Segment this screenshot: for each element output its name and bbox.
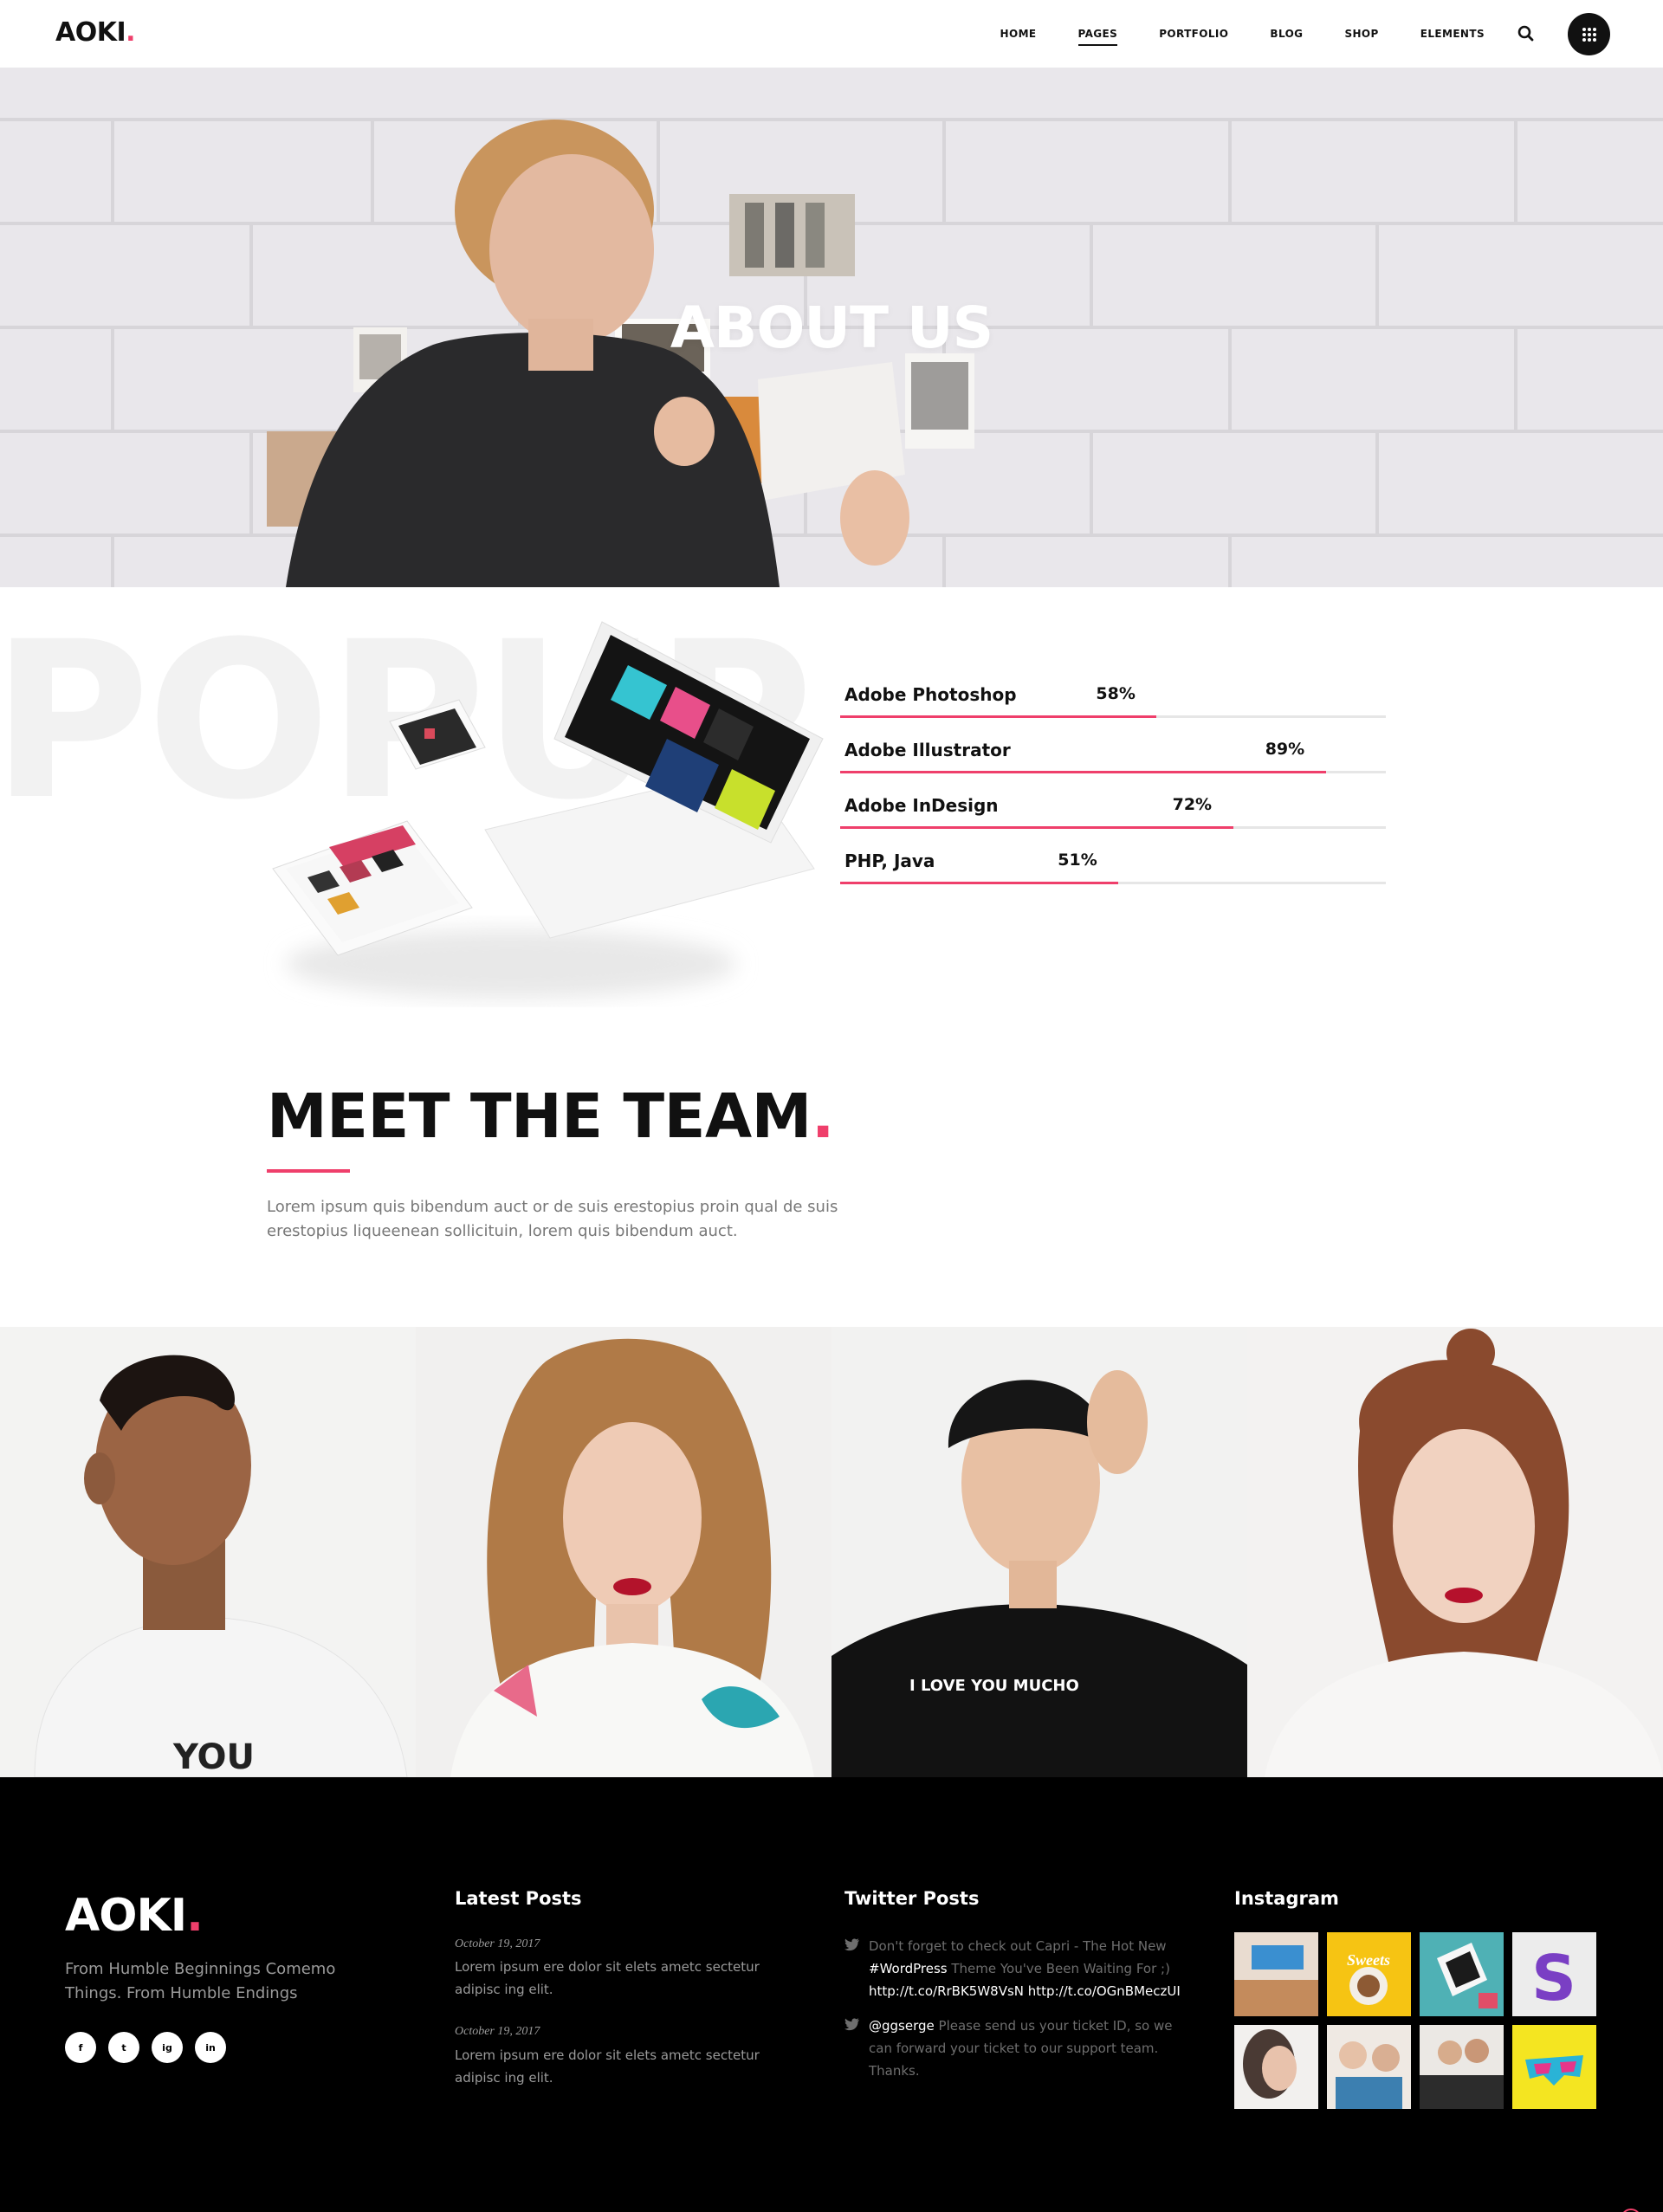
site-footer: AOKI. From Humble Beginnings Comemo Thin… [0,1777,1663,2212]
post-link[interactable]: Lorem ipsum ere dolor sit elets ametc se… [455,1956,784,2001]
skill-progress-bar [840,826,1386,829]
instagram-thumbnail[interactable] [1234,2025,1318,2109]
tweet-text: @ggserge Please send us your ticket ID, … [869,2018,1173,2079]
skill-name: Adobe Illustrator [844,740,1011,760]
skills-section: POPUP Adobe Photoshop 58% Adobe Illustra… [0,587,1663,1012]
page-title: ABOUT US [670,294,993,361]
skill-name: Adobe Photoshop [844,684,1017,705]
skill-name: Adobe InDesign [844,795,999,816]
team-grid: YOU I LOVE YOU MUCHO [0,1327,1663,1777]
skill-row-photoshop: Adobe Photoshop 58% [840,684,1386,740]
post-link[interactable]: Lorem ipsum ere dolor sit elets ametc se… [455,2044,784,2089]
hero-banner: ABOUT US [0,68,1663,587]
svg-text:YOU: YOU [172,1737,255,1777]
nav-portfolio[interactable]: PORTFOLIO [1159,28,1228,40]
post-date: October 19, 2017 [455,2025,540,2038]
skill-percent: 89% [1265,740,1305,759]
skill-name: PHP, Java [844,851,935,871]
nav-elements[interactable]: ELEMENTS [1420,28,1485,40]
skill-percent: 58% [1096,684,1136,703]
skill-progress-bar [840,882,1386,884]
main-nav: HOME PAGES PORTFOLIO BLOG SHOP ELEMENTS [959,0,1485,68]
grid-icon [1582,27,1596,42]
nav-home[interactable]: HOME [1000,28,1037,40]
instagram-thumbnail[interactable]: S [1512,1932,1596,2016]
instagram-thumbnail[interactable] [1420,1932,1504,2016]
instagram-thumbnail[interactable] [1234,1932,1318,2016]
nav-blog[interactable]: BLOG [1270,28,1303,40]
instagram-thumbnail[interactable]: Sweets [1327,1932,1411,2016]
svg-text:I LOVE YOU MUCHO: I LOVE YOU MUCHO [909,1677,1079,1695]
team-member-photo[interactable] [416,1327,832,1777]
svg-text:Sweets: Sweets [1347,1951,1390,1969]
footer-tagline: From Humble Beginnings Comemo Things. Fr… [65,1960,336,2002]
instagram-thumbnail[interactable] [1420,2025,1504,2109]
skill-progress-fill [840,882,1119,884]
site-header: AOKI. HOME PAGES PORTFOLIO BLOG SHOP ELE… [0,0,1663,68]
section-title: MEET THE TEAM. [267,1081,834,1152]
skill-progress-bar [840,771,1386,773]
menu-grid-button[interactable] [1568,13,1610,55]
skill-row-indesign: Adobe InDesign 72% [840,795,1386,851]
team-member-photo[interactable]: YOU [0,1327,416,1777]
skill-progress-fill [840,771,1326,773]
footer-logo[interactable]: AOKI. [65,1890,204,1942]
instagram-grid: Sweets S [1234,1932,1598,2109]
linkedin-icon[interactable]: in [195,2032,226,2063]
svg-text:S: S [1531,1942,1576,2015]
instagram-thumbnail[interactable] [1512,2025,1596,2109]
skill-progress-fill [840,715,1157,718]
instagram-heading: Instagram [1234,1888,1339,1909]
site-logo[interactable]: AOKI. [55,17,136,48]
instagram-thumbnail[interactable] [1327,2025,1411,2109]
nav-shop[interactable]: SHOP [1344,28,1378,40]
tweet-link[interactable]: http://t.co/RrBK5W8VsN http://t.co/OGnBM… [869,1983,1181,1999]
twitter-bird-icon [844,2018,859,2031]
team-member-photo[interactable]: I LOVE YOU MUCHO [832,1327,1247,1777]
twitter-bird-icon [844,1938,859,1951]
hashtag-link[interactable]: #WordPress [869,1961,948,1976]
nav-pages[interactable]: PAGES [1077,28,1118,46]
skill-progress-bar [840,715,1386,718]
mention-link[interactable]: @ggserge [869,2018,935,2034]
skill-progress-fill [840,826,1233,829]
latest-posts-heading: Latest Posts [455,1888,582,1909]
skill-percent: 51% [1058,851,1097,870]
section-description: Lorem ipsum quis bibendum auct or de sui… [267,1198,838,1240]
team-member-photo[interactable] [1247,1327,1663,1777]
skill-row-illustrator: Adobe Illustrator 89% [840,740,1386,795]
instagram-icon[interactable]: ig [152,2032,183,2063]
post-date: October 19, 2017 [455,1937,540,1950]
search-icon[interactable] [1516,23,1537,44]
devices-mockup-image [272,621,824,999]
skill-row-php-java: PHP, Java 51% [840,851,1386,906]
back-to-top-button[interactable] [1621,2209,1641,2212]
twitter-posts-heading: Twitter Posts [844,1888,980,1909]
title-underline [267,1169,350,1173]
skill-percent: 72% [1172,795,1213,814]
twitter-icon[interactable]: t [108,2032,139,2063]
facebook-icon[interactable]: f [65,2032,96,2063]
tweet-text: Don't forget to check out Capri - The Ho… [869,1938,1181,1999]
